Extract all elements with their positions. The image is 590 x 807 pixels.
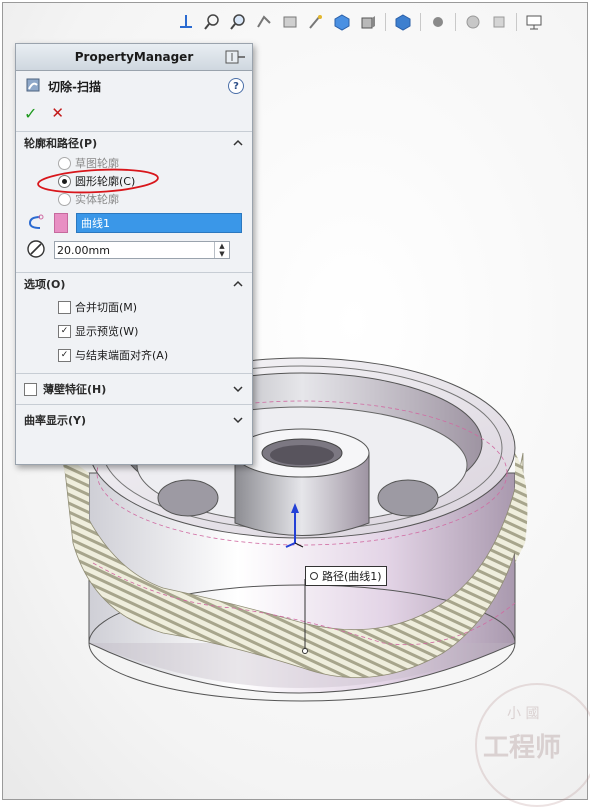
solidworks-window: 路径(曲线1) 小 國 工程师 PropertyManager 切除-扫描 ? … xyxy=(0,0,590,807)
feature-name: 切除-扫描 xyxy=(48,79,101,94)
ok-cancel-bar: ✓ ✕ xyxy=(16,101,252,125)
red-annotation-ellipse xyxy=(37,168,159,194)
property-manager-header: PropertyManager xyxy=(16,44,252,71)
toolbar-separator xyxy=(420,13,421,31)
check-show-preview[interactable]: ✓ 显示预览(W) xyxy=(16,319,252,343)
callout-dot xyxy=(310,572,318,580)
watermark-line2: 工程师 xyxy=(483,733,562,763)
check-align-end-faces[interactable]: ✓ 与结束端面对齐(A) xyxy=(16,343,252,367)
diameter-icon xyxy=(26,239,46,262)
pin-icon[interactable] xyxy=(224,49,246,65)
ok-button[interactable]: ✓ xyxy=(24,104,37,123)
profile-path-section-header[interactable]: 轮廓和路径(P) xyxy=(16,131,252,154)
property-manager-title: PropertyManager xyxy=(74,50,194,64)
view-cube-icon[interactable] xyxy=(331,11,353,33)
chevron-down-icon[interactable] xyxy=(232,383,244,395)
checkbox-label: 显示预览(W) xyxy=(75,325,139,338)
path-selection-box[interactable]: 曲线1 xyxy=(76,213,242,233)
checkbox[interactable] xyxy=(58,300,71,314)
path-callout[interactable]: 路径(曲线1) xyxy=(305,566,387,586)
chevron-down-icon[interactable] xyxy=(232,414,244,426)
view-settings-icon[interactable] xyxy=(488,11,510,33)
graphics-area[interactable]: 路径(曲线1) 小 國 工程师 PropertyManager 切除-扫描 ? … xyxy=(2,2,590,807)
edit-appearance-icon[interactable] xyxy=(427,11,449,33)
checkbox-label: 与结束端面对齐(A) xyxy=(75,349,169,362)
callout-label: 路径(曲线1) xyxy=(322,570,382,583)
section-view-icon[interactable] xyxy=(279,11,301,33)
diameter-row: 20.00mm ▲ ▼ xyxy=(16,236,252,264)
curvature-display-section-header[interactable]: 曲率显示(Y) xyxy=(16,404,252,435)
hide-show-items-icon[interactable] xyxy=(392,11,414,33)
diameter-input[interactable]: 20.00mm ▲ ▼ xyxy=(54,241,230,259)
monitor-icon[interactable] xyxy=(523,11,545,33)
zoom-to-area-icon[interactable] xyxy=(227,11,249,33)
path-selection-row: 曲线1 xyxy=(16,210,252,236)
thin-feature-section-header[interactable]: 薄壁特征(H) xyxy=(16,373,252,404)
toolbar-separator xyxy=(455,13,456,31)
apply-scene-icon[interactable] xyxy=(462,11,484,33)
help-button[interactable]: ? xyxy=(228,78,244,94)
thin-feature-label: 薄壁特征(H) xyxy=(43,383,107,396)
dynamic-annotation-icon[interactable] xyxy=(305,11,327,33)
path-icon xyxy=(26,213,46,234)
spin-down-icon[interactable]: ▼ xyxy=(215,250,229,258)
view-orientation-icon[interactable] xyxy=(175,11,197,33)
check-merge-tangent-faces[interactable]: 合并切面(M) xyxy=(16,295,252,319)
toolbar-separator xyxy=(516,13,517,31)
path-color-swatch xyxy=(54,213,68,233)
checkbox[interactable]: ✓ xyxy=(58,348,71,362)
checkbox[interactable]: ✓ xyxy=(58,324,71,338)
spin-up-icon[interactable]: ▲ xyxy=(215,242,229,250)
options-section-label: 选项(O) xyxy=(24,278,66,291)
zoom-to-fit-icon[interactable] xyxy=(201,11,223,33)
cancel-button[interactable]: ✕ xyxy=(51,104,64,122)
curvature-display-label: 曲率显示(Y) xyxy=(24,414,87,427)
profile-path-section-label: 轮廓和路径(P) xyxy=(24,137,98,150)
checkbox-label: 合并切面(M) xyxy=(75,301,138,314)
radio-circular-profile[interactable]: 圆形轮廓(C) xyxy=(16,168,252,194)
watermark-logo: 小 國 工程师 xyxy=(475,683,590,807)
cut-sweep-icon xyxy=(24,76,42,97)
feature-header: 切除-扫描 ? xyxy=(16,71,252,101)
chevron-up-icon[interactable] xyxy=(232,278,244,290)
watermark-line1: 小 國 xyxy=(507,706,540,722)
toolbar-separator xyxy=(385,13,386,31)
spin-arrows[interactable]: ▲ ▼ xyxy=(214,242,229,258)
chevron-up-icon[interactable] xyxy=(232,137,244,149)
previous-view-icon[interactable] xyxy=(253,11,275,33)
options-section-header[interactable]: 选项(O) xyxy=(16,272,252,295)
display-style-icon[interactable] xyxy=(357,11,379,33)
diameter-value: 20.00mm xyxy=(57,243,110,257)
property-manager-panel: PropertyManager 切除-扫描 ? ✓ ✕ 轮廓和路径(P) 草图轮… xyxy=(15,43,253,465)
thin-feature-checkbox[interactable] xyxy=(24,382,37,396)
heads-up-toolbar xyxy=(175,9,545,35)
